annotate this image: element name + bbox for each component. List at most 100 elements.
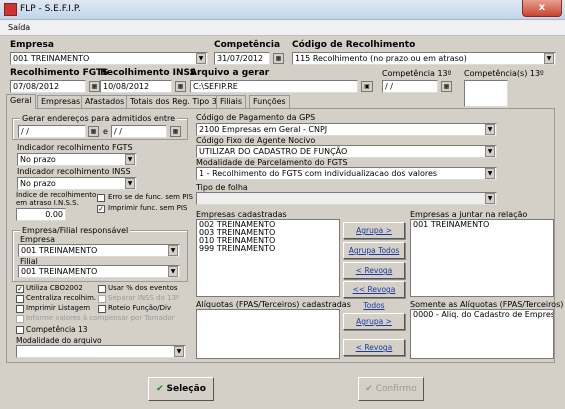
- list-item[interactable]: 0000 - Aliq. do Cadastro de Empresas (Pa: [413, 311, 553, 319]
- roteio-checkbox[interactable]: [98, 305, 106, 313]
- cod-gps-value: 2100 Empresas em Geral - CNPJ: [199, 125, 328, 134]
- endereco-data2[interactable]: / /: [111, 125, 167, 138]
- indice-label-1: Índice de recolhimento: [16, 191, 97, 199]
- chevron-down-icon[interactable]: ▼: [125, 178, 135, 189]
- chevron-down-icon[interactable]: ▼: [544, 53, 554, 64]
- usar-eventos-checkbox[interactable]: [98, 285, 106, 293]
- calendar-icon[interactable]: ▦: [89, 81, 100, 92]
- imprimir-listagem-checkbox[interactable]: [16, 305, 24, 313]
- ind-fgts-select[interactable]: No prazo ▼: [17, 153, 137, 166]
- ind-inss-label: Indicador recolhimento INSS: [17, 167, 131, 176]
- imprimir-func-label: Imprimir func. sem PIS: [108, 204, 188, 212]
- revoga-todos-button[interactable]: << Revoga Todos: [343, 281, 405, 310]
- chevron-down-icon[interactable]: ▼: [485, 168, 495, 179]
- agrupa-todos-button[interactable]: Agrupa Todos >>: [343, 242, 405, 271]
- comp13-input[interactable]: / /: [382, 80, 438, 93]
- rec-inss-label: Recolhimento INSS: [100, 68, 197, 78]
- chevron-down-icon[interactable]: ▼: [485, 124, 495, 135]
- list-item[interactable]: 999 TREINAMENTO: [199, 245, 337, 253]
- ind-inss-select[interactable]: No prazo ▼: [17, 177, 137, 190]
- calendar-icon[interactable]: ▦: [441, 81, 452, 92]
- competencia13-checkbox[interactable]: [16, 326, 24, 334]
- selecao-button[interactable]: ✔ Seleção: [148, 377, 214, 401]
- emp-resp-empresa-label: Empresa: [20, 235, 56, 244]
- calendar-icon[interactable]: ▦: [273, 53, 284, 64]
- roteio-label: Roteio Função/Div: [108, 304, 172, 312]
- parcelamento-select[interactable]: 1 - Recolhimento do FGTS com individuali…: [196, 167, 497, 180]
- parcelamento-value: 1 - Recolhimento do FGTS com individuali…: [199, 169, 438, 178]
- calendar-icon[interactable]: ▦: [170, 126, 181, 137]
- arquivo-input[interactable]: C:\SEFIP.RE: [190, 80, 358, 93]
- rec-fgts-label: Recolhimento FGTS: [10, 68, 109, 78]
- menu-bar: Saída: [0, 20, 565, 36]
- separar-inss-checkbox: [98, 295, 106, 303]
- competencia-value: 31/07/2012: [217, 54, 264, 63]
- empresa-value: 001 TREINAMENTO: [13, 54, 90, 63]
- agente-select[interactable]: UTILIZAR DO CADASTRO DE FUNÇÃO ▼: [196, 145, 497, 158]
- empresa-label: Empresa: [10, 40, 54, 50]
- check-icon: ✔: [156, 384, 164, 394]
- somente-list[interactable]: 0000 - Aliq. do Cadastro de Empresas (Pa: [410, 309, 554, 359]
- emp-resp-label: Empresa/Filial responsável: [20, 226, 131, 235]
- competencia-input[interactable]: 31/07/2012: [214, 52, 270, 65]
- list-item[interactable]: 001 TREINAMENTO: [413, 221, 551, 229]
- agrupa-aliq-button[interactable]: Agrupa >: [343, 313, 405, 330]
- calendar-icon[interactable]: ▦: [175, 81, 186, 92]
- cod-gps-label: Código de Pagamento da GPS: [196, 113, 316, 122]
- empresa-select[interactable]: 001 TREINAMENTO ▼: [10, 52, 208, 65]
- emp-resp-filial-value: 001 TREINAMENTO: [21, 267, 98, 276]
- comps13-list[interactable]: [464, 80, 508, 107]
- chevron-down-icon[interactable]: ▼: [168, 245, 178, 256]
- confirmo-button: ✔ Confirmo: [358, 377, 424, 401]
- centraliza-checkbox[interactable]: [16, 295, 24, 303]
- rec-inss-value: 10/08/2012: [103, 82, 150, 91]
- tipo-folha-select[interactable]: ▼: [196, 192, 497, 205]
- informe-valores-checkbox: [16, 315, 24, 323]
- codigo-value: 115 Recolhimento (no prazo ou em atraso): [295, 54, 467, 63]
- indice-input[interactable]: 0.00: [16, 208, 66, 221]
- close-button[interactable]: x: [522, 0, 562, 17]
- menu-saida[interactable]: Saída: [8, 23, 30, 32]
- agrupa-button[interactable]: Agrupa >: [343, 222, 405, 239]
- tab-afastados[interactable]: Afastados: [81, 95, 129, 108]
- agente-value: UTILIZAR DO CADASTRO DE FUNÇÃO: [199, 147, 348, 156]
- calendar-icon[interactable]: ▦: [88, 126, 99, 137]
- chevron-down-icon[interactable]: ▼: [174, 346, 184, 357]
- tab-filiais[interactable]: Filiais: [216, 95, 246, 108]
- rec-fgts-input[interactable]: 07/08/2012: [10, 80, 86, 93]
- chevron-down-icon[interactable]: ▼: [485, 193, 495, 204]
- rec-inss-input[interactable]: 10/08/2012: [100, 80, 172, 93]
- centraliza-label: Centraliza recolhim.: [26, 294, 97, 302]
- indice-label-2: em atraso I.N.S.S.: [16, 199, 79, 207]
- tab-geral[interactable]: Geral: [6, 94, 36, 109]
- chevron-down-icon[interactable]: ▼: [168, 266, 178, 277]
- revoga-button[interactable]: < Revoga: [343, 262, 405, 279]
- tab-totais[interactable]: Totais dos Reg. Tipo 30: [126, 95, 226, 108]
- tipo-folha-label: Tipo de folha: [196, 183, 248, 192]
- imprimir-listagem-label: Imprimir Listagem: [26, 304, 91, 312]
- tab-funcoes[interactable]: Funções: [249, 95, 290, 108]
- emp-cad-list[interactable]: 002 TREINAMENTO 003 TREINAMENTO 010 TREI…: [196, 219, 340, 297]
- utiliza-cbo-label: Utiliza CBO2002: [26, 284, 83, 292]
- modalidade-arquivo-select[interactable]: ▼: [16, 345, 186, 358]
- chevron-down-icon[interactable]: ▼: [485, 146, 495, 157]
- erro-func-checkbox[interactable]: [97, 194, 105, 202]
- endereco-data1[interactable]: / /: [18, 125, 86, 138]
- check-icon: ✔: [365, 384, 373, 394]
- emp-resp-empresa-select[interactable]: 001 TREINAMENTO ▼: [18, 244, 180, 257]
- aliq-cad-list[interactable]: [196, 309, 340, 359]
- codigo-select[interactable]: 115 Recolhimento (no prazo ou em atraso)…: [292, 52, 556, 65]
- imprimir-func-checkbox[interactable]: ✓: [97, 205, 105, 213]
- modalidade-arquivo-label: Modalidade do arquivo: [16, 336, 102, 345]
- revoga-aliq-button[interactable]: < Revoga: [343, 339, 405, 356]
- chevron-down-icon[interactable]: ▼: [196, 53, 206, 64]
- emp-resp-filial-select[interactable]: 001 TREINAMENTO ▼: [18, 265, 180, 278]
- emp-juntar-list[interactable]: 001 TREINAMENTO: [410, 219, 554, 297]
- usar-eventos-label: Usar % dos eventos: [108, 284, 178, 292]
- cod-gps-select[interactable]: 2100 Empresas em Geral - CNPJ ▼: [196, 123, 497, 136]
- utiliza-cbo-checkbox[interactable]: ✓: [16, 285, 24, 293]
- chevron-down-icon[interactable]: ▼: [125, 154, 135, 165]
- folder-icon[interactable]: ▣: [361, 81, 373, 92]
- competencia13-label: Competência 13: [26, 325, 88, 334]
- tab-empresas[interactable]: Empresas: [37, 95, 85, 108]
